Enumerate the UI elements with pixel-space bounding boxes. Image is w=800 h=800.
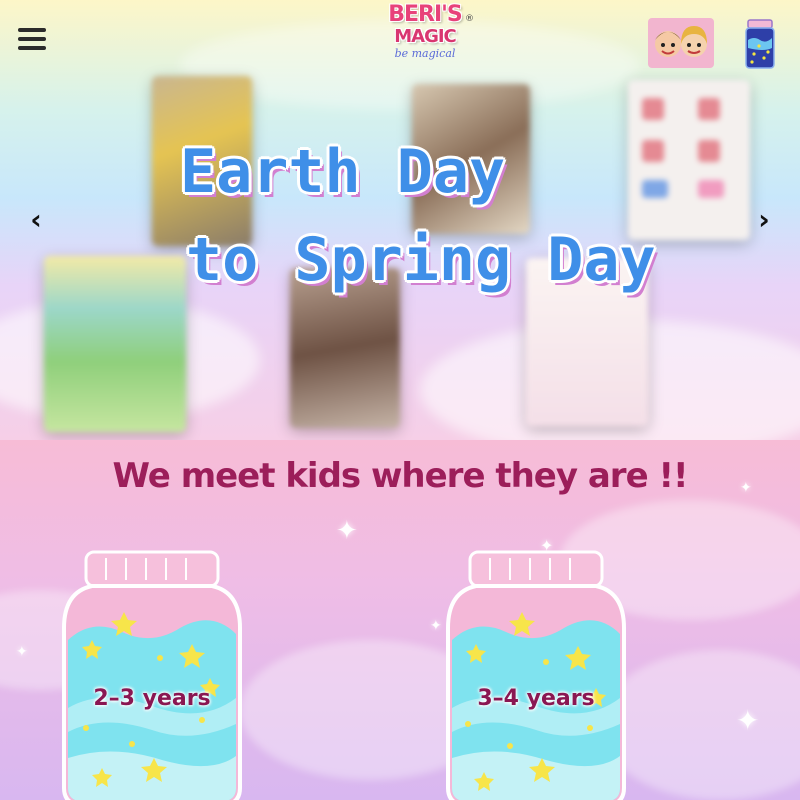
chevron-right-icon[interactable]: › xyxy=(752,204,776,236)
brand-name-line1: BERI'S xyxy=(388,2,463,27)
sparkle-icon: ✦ xyxy=(16,644,28,660)
hero-title-line2: to Spring Day xyxy=(186,225,656,295)
section-cloud xyxy=(600,650,800,800)
hamburger-menu-icon[interactable] xyxy=(18,28,46,50)
magic-jar-icon[interactable] xyxy=(742,18,778,70)
hero-title-line1: Earth Day xyxy=(180,137,506,207)
sparkle-icon: ✦ xyxy=(736,704,760,737)
registered-mark: ® xyxy=(465,14,474,24)
kids-avatar-icon[interactable] xyxy=(648,18,714,68)
age-jar-2-3[interactable]: 2–3 years xyxy=(62,548,242,800)
site-header: BERI'S MAGIC be magical ® xyxy=(0,0,800,80)
chevron-left-icon[interactable]: ‹ xyxy=(24,204,48,236)
jar-icon xyxy=(62,550,242,800)
jar-label: 3–4 years xyxy=(477,686,595,711)
hero-worksheet-card xyxy=(44,256,186,432)
brand-tagline: be magical xyxy=(394,47,456,60)
sparkle-icon: ✦ xyxy=(336,516,358,546)
age-jar-3-4[interactable]: 3–4 years xyxy=(446,548,626,800)
age-groups-section: ✦ ✦ ✦ ✦ ✦ ✦ We meet kids where they are … xyxy=(0,440,800,800)
brand-name-line2: MAGIC xyxy=(394,26,457,47)
brand-logo[interactable]: BERI'S MAGIC be magical ® xyxy=(370,4,480,82)
jar-label: 2–3 years xyxy=(93,686,211,711)
jar-icon xyxy=(446,550,626,800)
hero-title: Earth Day to Spring Day xyxy=(180,128,700,304)
section-title: We meet kids where they are !! xyxy=(112,456,689,496)
sparkle-icon: ✦ xyxy=(430,618,442,634)
